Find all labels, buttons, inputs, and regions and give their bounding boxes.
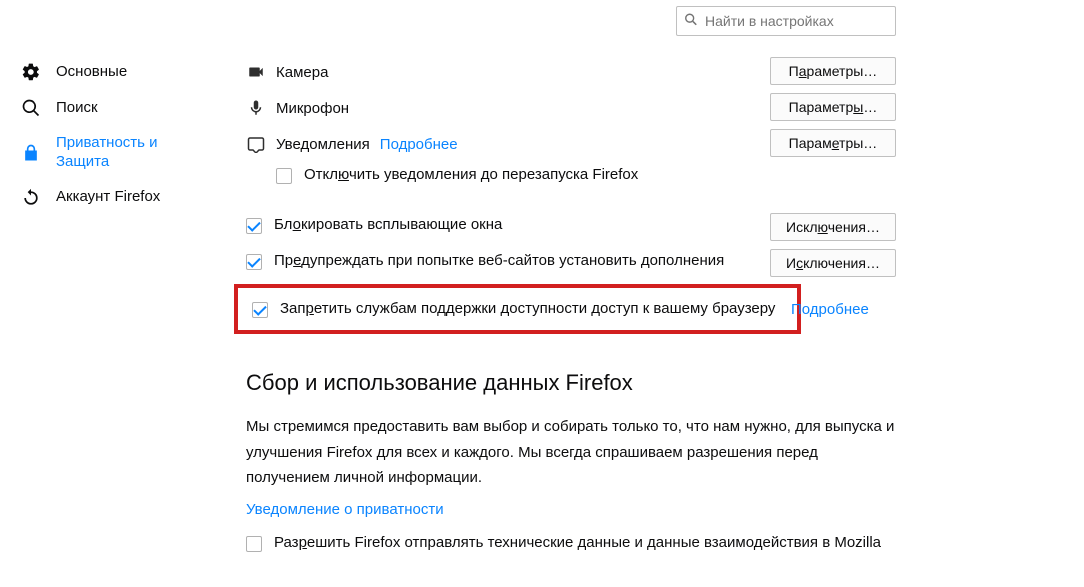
- sync-icon: [20, 188, 42, 208]
- microphone-icon: [246, 99, 266, 117]
- camera-settings-button[interactable]: Параметры…: [770, 57, 896, 85]
- accessibility-checkbox[interactable]: [252, 302, 268, 318]
- sidebar-item-general[interactable]: Основные: [16, 54, 216, 90]
- notifications-label: Уведомления: [276, 136, 370, 153]
- telemetry-label: Разрешить Firefox отправлять технические…: [274, 534, 896, 551]
- data-collection-description: Мы стремимся предоставить вам выбор и со…: [246, 414, 896, 491]
- block-popups-checkbox[interactable]: [246, 218, 262, 234]
- warn-addons-checkbox[interactable]: [246, 254, 262, 270]
- telemetry-row: Разрешить Firefox отправлять технические…: [246, 530, 896, 566]
- notifications-learn-more-link[interactable]: Подробнее: [380, 136, 458, 153]
- popups-exceptions-button[interactable]: Исключения…: [770, 213, 896, 241]
- sidebar-item-privacy[interactable]: Приватность и Защита: [16, 126, 216, 180]
- camera-icon: [246, 63, 266, 81]
- sidebar-item-label: Приватность и Защита: [56, 134, 212, 172]
- addons-exceptions-button[interactable]: Исключения…: [770, 249, 896, 277]
- lock-icon: [20, 143, 42, 163]
- telemetry-checkbox[interactable]: [246, 536, 262, 552]
- sidebar-item-label: Поиск: [56, 99, 98, 118]
- microphone-label: Микрофон: [276, 100, 349, 117]
- accessibility-label: Запретить службам поддержки доступности …: [280, 300, 783, 317]
- sidebar-item-search[interactable]: Поиск: [16, 90, 216, 126]
- accessibility-highlight-box: Запретить службам поддержки доступности …: [234, 284, 801, 334]
- microphone-settings-button[interactable]: Параметры…: [770, 93, 896, 121]
- settings-content: Камера Параметры… Микрофон Параметры… Ув…: [246, 54, 896, 566]
- sidebar-item-label: Основные: [56, 63, 127, 82]
- camera-label: Камера: [276, 64, 328, 81]
- gear-icon: [20, 62, 42, 82]
- settings-sidebar: Основные Поиск Приватность и Защита Акка…: [16, 54, 216, 216]
- disable-notifications-label: Отключить уведомления до перезапуска Fir…: [304, 166, 896, 183]
- sidebar-item-firefox-account[interactable]: Аккаунт Firefox: [16, 180, 216, 216]
- search-field-wrap: [676, 6, 896, 36]
- disable-notifications-checkbox[interactable]: [276, 168, 292, 184]
- sidebar-item-label: Аккаунт Firefox: [56, 188, 160, 207]
- search-icon: [20, 98, 42, 118]
- accessibility-row: Запретить службам поддержки доступности …: [252, 300, 783, 318]
- accessibility-learn-more-link[interactable]: Подробнее: [791, 301, 869, 318]
- disable-notifications-row: Отключить уведомления до перезапуска Fir…: [276, 162, 896, 198]
- data-collection-title: Сбор и использование данных Firefox: [246, 370, 896, 396]
- settings-search-input[interactable]: [676, 6, 896, 36]
- notification-icon: [246, 135, 266, 153]
- privacy-notice-link[interactable]: Уведомление о приватности: [246, 501, 444, 518]
- notifications-settings-button[interactable]: Параметры…: [770, 129, 896, 157]
